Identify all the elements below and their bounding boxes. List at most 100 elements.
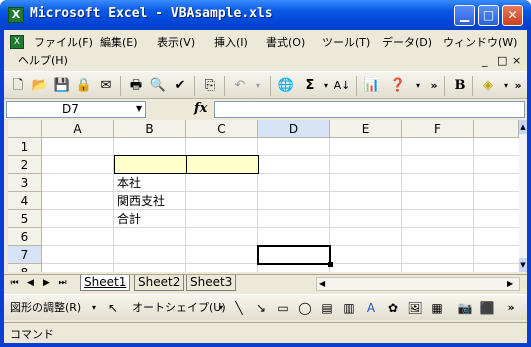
sheet-tab-sheet3[interactable]: Sheet3 — [186, 275, 237, 291]
copy-icon[interactable]: ⎘ — [200, 76, 220, 96]
text-box-icon[interactable]: ▤ — [318, 299, 336, 317]
name-box-dropdown-icon[interactable]: ▼ — [136, 104, 142, 113]
column-header-d[interactable]: D — [258, 120, 330, 138]
sheet-tab-sheet1[interactable]: Sheet1 — [80, 275, 131, 291]
insert-function-icon[interactable]: fx — [194, 101, 207, 116]
scroll-down-icon[interactable]: ▼ — [519, 258, 527, 272]
vertical-scrollbar[interactable]: ▲ ▼ — [519, 120, 527, 272]
excel-window: X Microsoft Excel - VBAsample.xls ▁ □ ✕ … — [0, 0, 531, 347]
row-header-5[interactable]: 5 — [8, 210, 42, 228]
column-header-b[interactable]: B — [114, 120, 186, 138]
menu-view[interactable]: 表示(V) — [157, 34, 195, 52]
line-icon[interactable]: ╲ — [230, 299, 248, 317]
row-header-3[interactable]: 3 — [8, 174, 42, 192]
sheet-tab-sheet2[interactable]: Sheet2 — [134, 275, 185, 291]
print-preview-icon[interactable]: 🔍 — [148, 76, 168, 96]
row-header-7[interactable]: 7 — [8, 246, 42, 264]
cell-b2[interactable] — [114, 155, 187, 174]
column-header-e[interactable]: E — [330, 120, 402, 138]
menu-file[interactable]: ファイル(F) — [34, 34, 93, 52]
new-icon[interactable]: 🗋 — [8, 76, 28, 96]
menu-edit[interactable]: 編集(E) — [100, 34, 138, 52]
rectangle-icon[interactable]: ▭ — [274, 299, 292, 317]
cell-b3[interactable]: 本社 — [114, 174, 186, 192]
row-header-2[interactable]: 2 — [8, 156, 42, 174]
fill-handle[interactable] — [328, 262, 333, 267]
minimize-icon: ▁ — [459, 8, 470, 22]
close-button[interactable]: ✕ — [502, 5, 523, 26]
undo-dropdown-icon[interactable]: ▾ — [248, 76, 268, 96]
worksheet-grid: A B C D E F 1 2 3 4 5 6 7 8 本社 関西支社 合計 — [8, 120, 519, 272]
name-box[interactable]: D7 — [6, 101, 146, 118]
open-icon[interactable]: 📂 — [30, 76, 50, 96]
scroll-left-icon[interactable]: ◀ — [319, 278, 325, 290]
shadow-icon[interactable]: 📷 — [456, 299, 474, 317]
help-icon[interactable]: ❓ — [388, 76, 408, 96]
row-header-8[interactable]: 8 — [8, 264, 42, 272]
last-sheet-icon[interactable]: ⏭ — [56, 277, 69, 290]
select-all-corner[interactable] — [8, 120, 42, 138]
doc-close-button[interactable]: × — [512, 52, 521, 70]
formula-input[interactable] — [214, 101, 525, 118]
save-icon[interactable]: 💾 — [52, 76, 72, 96]
chart-wizard-icon[interactable]: 📊 — [362, 76, 382, 96]
toolbar-options-icon[interactable]: » — [502, 299, 520, 317]
vertical-text-box-icon[interactable]: ▥ — [340, 299, 358, 317]
3d-style-icon[interactable]: ⬛ — [478, 299, 496, 317]
menu-help[interactable]: ヘルプ(H) — [18, 52, 68, 70]
column-header-c[interactable]: C — [186, 120, 258, 138]
toolbar-options-icon[interactable]: » — [508, 76, 528, 96]
diagram-icon[interactable]: ✿ — [384, 299, 402, 317]
shape-adjust-dropdown-icon[interactable]: ▾ — [92, 299, 96, 317]
menu-data[interactable]: データ(D) — [382, 34, 432, 52]
active-cell-d7[interactable] — [257, 245, 331, 265]
column-header-a[interactable]: A — [42, 120, 114, 138]
clip-art-icon[interactable]: 🖼 — [406, 299, 424, 317]
print-icon[interactable]: 🖶 — [126, 76, 146, 96]
cell-b4[interactable]: 関西支社 — [114, 192, 186, 210]
scroll-up-icon[interactable]: ▲ — [519, 120, 527, 134]
client-area: X ファイル(F) 編集(E) 表示(V) 挿入(I) 書式(O) ツール(T)… — [4, 30, 527, 343]
menu-tools[interactable]: ツール(T) — [322, 34, 370, 52]
minimize-button[interactable]: ▁ — [454, 5, 475, 26]
cell-c2[interactable] — [186, 155, 259, 174]
row-header-4[interactable]: 4 — [8, 192, 42, 210]
scroll-right-icon[interactable]: ▶ — [507, 278, 513, 290]
spelling-icon[interactable]: ✔ — [170, 76, 190, 96]
row-header-1[interactable]: 1 — [8, 138, 42, 156]
menu-bar: X ファイル(F) 編集(E) 表示(V) 挿入(I) 書式(O) ツール(T)… — [4, 30, 527, 70]
email-icon[interactable]: ✉ — [96, 76, 116, 96]
excel-app-icon[interactable]: X — [8, 7, 24, 23]
cell-b5[interactable]: 合計 — [114, 210, 186, 228]
undo-icon[interactable]: ↶ — [230, 76, 250, 96]
menu-format[interactable]: 書式(O) — [266, 34, 305, 52]
autoshape-menu[interactable]: オートシェイプ(U) — [132, 299, 226, 317]
menu-window[interactable]: ウィンドウ(W) — [443, 34, 517, 52]
select-objects-icon[interactable]: ↖ — [104, 299, 122, 317]
fill-color-icon[interactable]: ◈ — [478, 76, 498, 96]
bold-icon[interactable]: B — [450, 76, 470, 96]
maximize-button[interactable]: □ — [478, 5, 499, 26]
first-sheet-icon[interactable]: ⏮ — [8, 277, 21, 290]
sort-ascending-icon[interactable]: A↓ — [332, 76, 352, 96]
row-header-6[interactable]: 6 — [8, 228, 42, 246]
workbook-icon[interactable]: X — [10, 35, 24, 49]
autoshape-dropdown-icon[interactable]: ▾ — [219, 299, 223, 317]
permission-icon[interactable]: 🔒 — [74, 76, 94, 96]
hyperlink-icon[interactable]: 🌐 — [276, 76, 296, 96]
shape-adjust-menu[interactable]: 図形の調整(R) — [10, 299, 81, 317]
horizontal-scrollbar[interactable]: ◀ ▶ — [316, 277, 520, 291]
doc-minimize-button[interactable]: _ — [482, 52, 488, 70]
wordart-icon[interactable]: A — [362, 299, 380, 317]
menu-insert[interactable]: 挿入(I) — [214, 34, 248, 52]
column-header-g[interactable] — [474, 120, 519, 138]
next-sheet-icon[interactable]: ▶ — [40, 277, 53, 290]
oval-icon[interactable]: ◯ — [296, 299, 314, 317]
column-header-f[interactable]: F — [402, 120, 474, 138]
arrow-icon[interactable]: ↘ — [252, 299, 270, 317]
title-bar[interactable]: X Microsoft Excel - VBAsample.xls ▁ □ ✕ — [0, 0, 531, 30]
prev-sheet-icon[interactable]: ◀ — [24, 277, 37, 290]
toolbar-options-icon[interactable]: » — [424, 76, 444, 96]
doc-restore-button[interactable]: □ — [497, 52, 507, 70]
insert-picture-icon[interactable]: ▦ — [428, 299, 446, 317]
